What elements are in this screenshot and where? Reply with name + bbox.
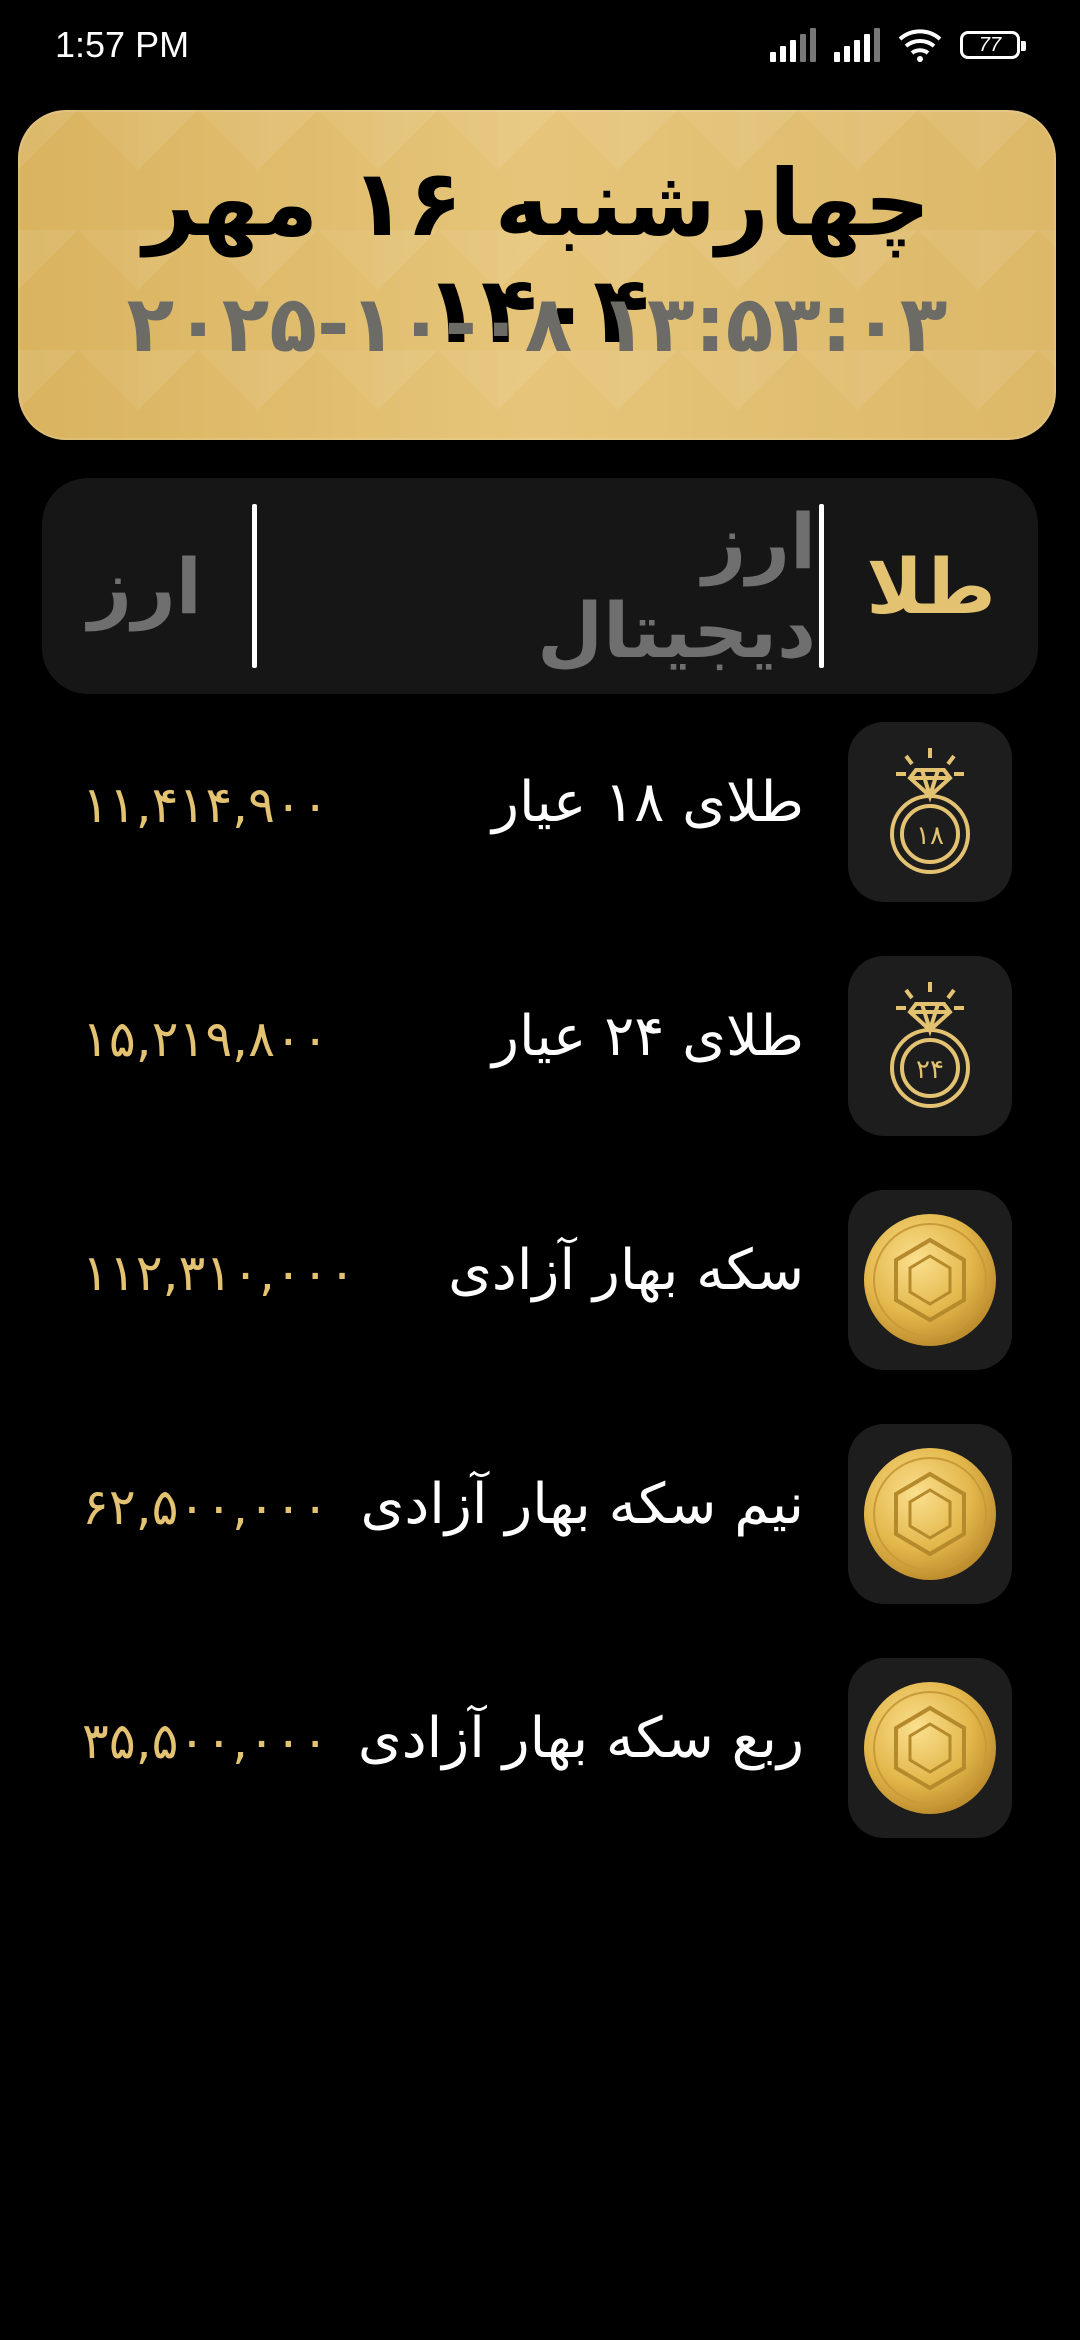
battery-icon: 77 <box>960 31 1026 59</box>
item-name: طلای ۲۴ عیار <box>492 1004 804 1069</box>
item-name: ربع سکه بهار آزادی <box>357 1706 804 1771</box>
signal-icon <box>770 28 816 62</box>
status-bar: 1:57 PM 77 <box>0 0 1080 96</box>
category-tabs: طلا ارز دیجیتال ارز <box>42 478 1038 694</box>
signal-icon <box>834 28 880 62</box>
list-item[interactable]: سکه بهار آزادی ۱۱۲,۳۱۰,۰۰۰ <box>0 1190 1080 1372</box>
item-price: ۱۱۲,۳۱۰,۰۰۰ <box>82 1244 356 1302</box>
status-time: 1:57 PM <box>55 24 190 65</box>
wifi-icon <box>898 29 942 62</box>
battery-level: 77 <box>978 33 1002 56</box>
list-item[interactable]: ۲۴ طلای ۲۴ عیار ۱۵,۲۱۹,۸۰۰ <box>0 956 1080 1138</box>
gold-ring-18-icon: ۱۸ <box>848 722 1012 902</box>
list-item[interactable]: ربع سکه بهار آزادی ۳۵,۵۰۰,۰۰۰ <box>0 1658 1080 1840</box>
ring-badge-18: ۱۸ <box>916 821 944 851</box>
item-price: ۳۵,۵۰۰,۰۰۰ <box>82 1712 329 1770</box>
date-header-card: چهارشنبه ۱۶ مهر ۱۴۰۴ ۲۰۲۵-۱۰-۰۸ ۱۳:۵۳:۰۳ <box>18 110 1056 440</box>
gold-coin-icon <box>848 1658 1012 1838</box>
gold-ring-24-icon: ۲۴ <box>848 956 1012 1136</box>
tab-crypto[interactable]: ارز دیجیتال <box>472 478 816 694</box>
item-price: ۶۲,۵۰۰,۰۰۰ <box>82 1478 329 1536</box>
gold-coin-icon <box>848 1424 1012 1604</box>
item-name: طلای ۱۸ عیار <box>492 770 804 835</box>
tab-currency[interactable]: ارز <box>42 478 248 694</box>
list-item[interactable]: ۱۸ طلای ۱۸ عیار ۱۱,۴۱۴,۹۰۰ <box>0 722 1080 904</box>
tab-divider <box>819 504 824 668</box>
tab-gold[interactable]: طلا <box>824 478 1038 694</box>
tab-divider <box>252 504 257 668</box>
gold-coin-icon <box>848 1190 1012 1370</box>
ring-badge-24: ۲۴ <box>916 1055 944 1085</box>
status-icons: 77 <box>770 28 1026 62</box>
item-price: ۱۱,۴۱۴,۹۰۰ <box>82 776 329 834</box>
gregorian-datetime: ۲۰۲۵-۱۰-۰۸ ۱۳:۵۳:۰۳ <box>126 280 948 370</box>
item-price: ۱۵,۲۱۹,۸۰۰ <box>82 1010 329 1068</box>
list-item[interactable]: نیم سکه بهار آزادی ۶۲,۵۰۰,۰۰۰ <box>0 1424 1080 1606</box>
item-name: نیم سکه بهار آزادی <box>360 1472 804 1537</box>
item-name: سکه بهار آزادی <box>448 1238 804 1303</box>
